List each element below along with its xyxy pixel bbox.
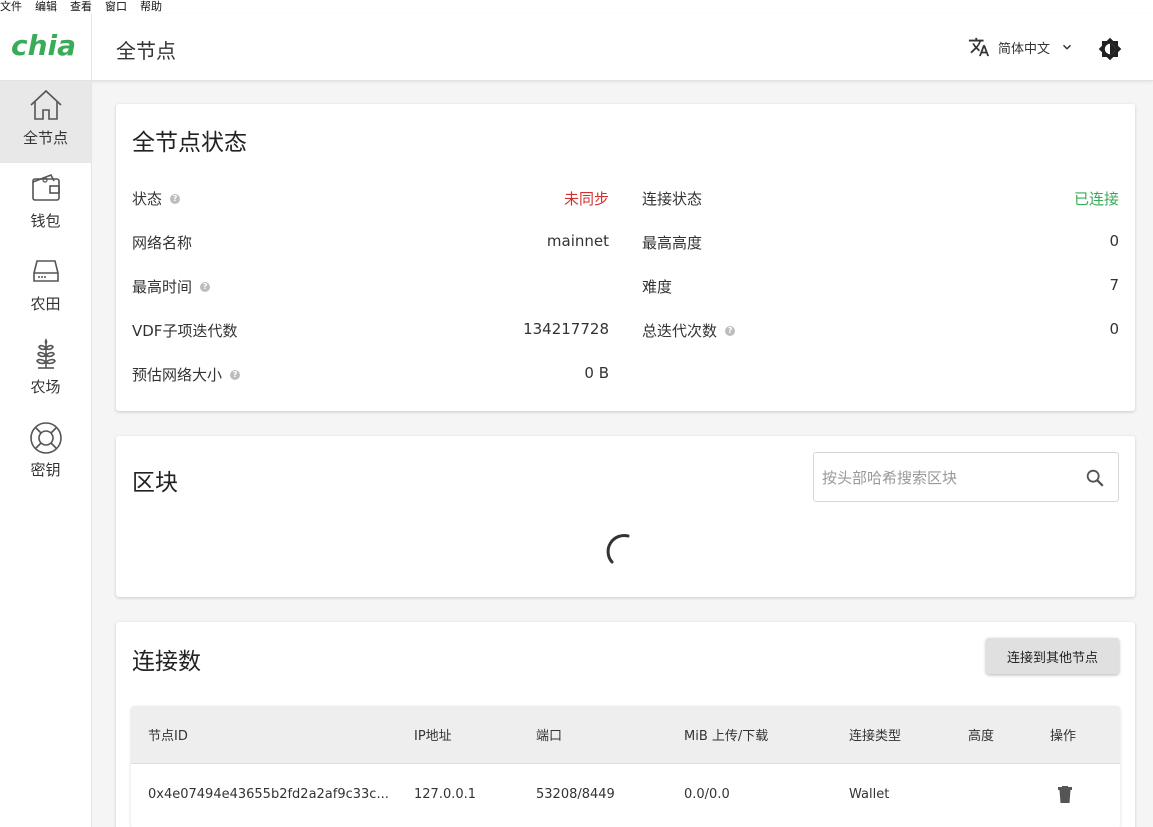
blocks-card-title: 区块 (132, 470, 178, 496)
connection-status-label: 连接状态 (642, 190, 703, 208)
sidebar-item-label: 农田 (30, 295, 61, 313)
menu-window[interactable]: 窗口 (105, 0, 127, 14)
top-bar: chia 全节点 简体中文 (0, 14, 1153, 81)
chia-logo: chia (11, 30, 75, 60)
connections-card: 连接数 连接到其他节点 节点ID IP地址 端口 MiB 上传/下载 连接类型 … (116, 622, 1135, 827)
status-value: 未同步 (563, 190, 609, 208)
total-iterations-label: 总迭代次数? (642, 320, 736, 341)
vdf-sub-slot-iters-label: VDF子项迭代数 (132, 322, 238, 340)
column-actions: 操作 (1050, 729, 1077, 744)
column-node-id: 节点ID (148, 729, 188, 744)
theme-toggle-icon[interactable] (1098, 37, 1122, 61)
help-icon[interactable]: ? (200, 281, 211, 292)
cell-port: 53208/8449 (536, 787, 615, 802)
menu-bar: 文件 编辑 查看 窗口 帮助 (0, 0, 1153, 14)
peak-height-label: 最高高度 (642, 234, 703, 252)
block-search-field[interactable] (813, 452, 1119, 502)
sidebar-item-plots[interactable]: 农田 (0, 247, 91, 329)
lifebuoy-icon (29, 422, 62, 454)
translate-icon (968, 37, 990, 57)
home-icon (29, 89, 62, 120)
sidebar-item-full-node[interactable]: 全节点 (0, 81, 91, 163)
sprout-icon (35, 338, 56, 369)
column-ip-address: IP地址 (414, 729, 452, 744)
page-title: 全节点 (116, 39, 176, 63)
difficulty-value: 7 (1109, 276, 1119, 294)
column-height: 高度 (968, 729, 995, 744)
menu-view[interactable]: 查看 (70, 0, 92, 14)
help-icon[interactable]: ? (230, 369, 241, 380)
search-icon[interactable] (1084, 467, 1106, 489)
cell-ip-address: 127.0.0.1 (414, 787, 477, 802)
help-icon[interactable]: ? (725, 325, 736, 336)
cell-transfer: 0.0/0.0 (684, 787, 730, 802)
logo-text: chia (11, 30, 75, 60)
estimated-network-space-label: 预估网络大小? (132, 364, 241, 385)
column-connection-type: 连接类型 (849, 729, 902, 744)
menu-edit[interactable]: 编辑 (35, 0, 57, 14)
status-label: 状态? (132, 188, 181, 209)
wallet-icon (31, 173, 60, 201)
language-label: 简体中文 (998, 41, 1051, 57)
cell-node-id: 0x4e07494e43655b2fd2a2af9c33c... (148, 787, 389, 802)
language-selector[interactable]: 简体中文 (968, 36, 1074, 58)
cell-connection-type: Wallet (849, 787, 890, 802)
drive-icon (32, 260, 59, 282)
menu-help[interactable]: 帮助 (140, 0, 162, 14)
estimated-network-space-value: 0 B (584, 364, 609, 382)
full-node-status-card: 全节点状态 状态? 未同步 网络名称 mainnet 最高时间? VDF子项迭代… (116, 104, 1135, 411)
chevron-down-icon (1063, 44, 1072, 50)
block-search-input[interactable] (822, 467, 1077, 489)
vdf-sub-slot-iters-value: 134217728 (523, 320, 609, 338)
sidebar-item-label: 农场 (30, 378, 61, 396)
connect-to-peer-button[interactable]: 连接到其他节点 (986, 638, 1119, 674)
table-row: 0x4e07494e43655b2fd2a2af9c33c... 127.0.0… (131, 763, 1120, 827)
peak-time-label: 最高时间? (132, 276, 211, 297)
connections-table: 节点ID IP地址 端口 MiB 上传/下载 连接类型 高度 操作 0x4e07… (131, 706, 1120, 827)
sidebar: 全节点 钱包 农田 农场 密钥 (0, 81, 92, 827)
sidebar-item-keys[interactable]: 密钥 (0, 413, 91, 495)
sidebar-item-label: 密钥 (30, 461, 61, 479)
sidebar-item-wallet[interactable]: 钱包 (0, 164, 91, 246)
logo-area: chia (0, 14, 92, 81)
blocks-card: 区块 (116, 436, 1135, 597)
connection-status-value: 已连接 (1073, 190, 1119, 208)
delete-icon[interactable] (1057, 784, 1073, 804)
network-name-value: mainnet (546, 232, 609, 250)
total-iterations-value: 0 (1109, 320, 1119, 338)
menu-file[interactable]: 文件 (0, 0, 22, 14)
status-card-title: 全节点状态 (132, 130, 247, 156)
sidebar-item-label: 钱包 (30, 212, 61, 230)
sidebar-item-label: 全节点 (22, 129, 68, 147)
connections-card-title: 连接数 (132, 649, 201, 675)
difficulty-label: 难度 (642, 278, 673, 296)
column-port: 端口 (536, 729, 563, 744)
peak-height-value: 0 (1109, 232, 1119, 250)
sidebar-item-farm[interactable]: 农场 (0, 330, 91, 412)
loading-spinner (606, 534, 630, 564)
table-header: 节点ID IP地址 端口 MiB 上传/下载 连接类型 高度 操作 (131, 706, 1120, 763)
column-transfer: MiB 上传/下载 (684, 729, 769, 744)
network-name-label: 网络名称 (132, 234, 193, 252)
help-icon[interactable]: ? (170, 193, 181, 204)
